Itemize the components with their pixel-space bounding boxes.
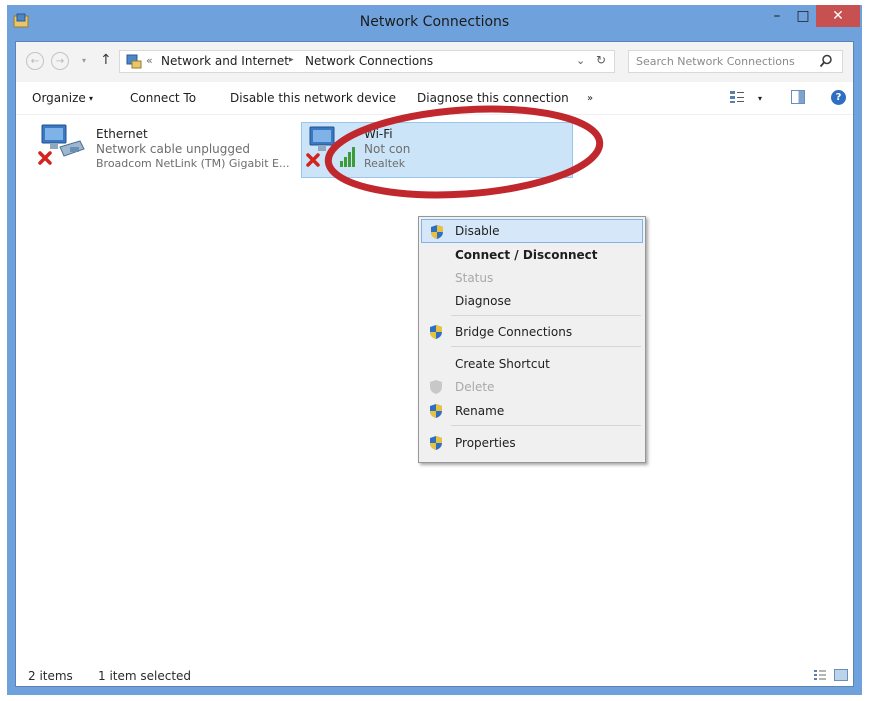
menu-item-diagnose[interactable]: Diagnose [421, 289, 643, 313]
menu-item-label: Connect / Disconnect [455, 248, 598, 262]
uac-shield-icon [430, 325, 442, 339]
menu-item-label: Bridge Connections [455, 325, 573, 339]
connection-item-ethernet[interactable]: Ethernet Network cable unplugged Broadco… [28, 123, 304, 175]
breadcrumb-network-and-internet[interactable]: Network and Internet [161, 54, 289, 68]
menu-item-label: Properties [455, 436, 516, 450]
disable-device-button[interactable]: Disable this network device [230, 91, 396, 105]
window-title: Network Connections [359, 14, 510, 30]
back-button[interactable]: ← [26, 52, 44, 70]
title-bar[interactable]: Network Connections – □ ✕ [7, 5, 862, 41]
menu-item-properties[interactable]: Properties [421, 431, 643, 455]
diagnose-connection-button[interactable]: Diagnose this connection [417, 91, 569, 105]
window-client: ← → ▾ ↑ « Network and Internet ▸ Network… [15, 41, 854, 687]
connection-item-wifi[interactable]: Wi-Fi Not con Realtek [301, 122, 573, 178]
menu-item-delete: Delete [421, 375, 643, 399]
menu-separator [451, 425, 641, 426]
refresh-icon[interactable]: ↻ [596, 53, 606, 67]
breadcrumb-arrow-icon[interactable]: ▸ [289, 55, 294, 65]
search-placeholder: Search Network Connections [636, 55, 795, 68]
menu-item-label: Status [455, 271, 494, 285]
menu-item-status: Status [421, 266, 643, 290]
command-bar: Organize ▾ Connect To Disable this netwo… [16, 82, 853, 115]
more-commands-button[interactable]: » [587, 93, 593, 104]
organize-button[interactable]: Organize [32, 91, 86, 105]
uac-shield-icon [431, 225, 443, 239]
connection-name: Ethernet [96, 127, 148, 141]
navigation-bar: ← → ▾ ↑ « Network and Internet ▸ Network… [16, 42, 853, 83]
menu-item-create-shortcut[interactable]: Create Shortcut [421, 352, 643, 376]
menu-separator [451, 315, 641, 316]
large-icons-view-icon[interactable] [834, 669, 848, 681]
view-options-dropdown-icon[interactable]: ▾ [758, 94, 762, 103]
connection-name: Wi-Fi [364, 127, 393, 141]
control-panel-icon [126, 54, 142, 69]
menu-item-disable[interactable]: Disable [421, 219, 643, 243]
connect-to-button[interactable]: Connect To [130, 91, 196, 105]
uac-shield-icon [430, 404, 442, 418]
selection-count: 1 item selected [98, 669, 192, 683]
organize-dropdown-icon[interactable]: ▾ [89, 94, 93, 103]
file-list: Ethernet Network cable unplugged Broadco… [16, 115, 853, 663]
details-view-icon[interactable] [813, 669, 827, 681]
menu-item-label: Delete [455, 380, 495, 394]
menu-item-connect-disconnect[interactable]: Connect / Disconnect [421, 243, 643, 267]
uac-shield-icon [430, 436, 442, 450]
connection-device: Broadcom NetLink (TM) Gigabit E... [96, 157, 290, 170]
search-input[interactable]: Search Network Connections [628, 50, 843, 73]
minimize-button[interactable]: – [764, 5, 790, 27]
menu-item-label: Rename [455, 404, 505, 418]
menu-item-rename[interactable]: Rename [421, 399, 643, 423]
menu-item-label: Diagnose [455, 294, 512, 308]
connection-device: Realtek [364, 157, 406, 170]
address-dropdown-icon[interactable]: ⌄ [576, 54, 585, 67]
menu-item-label: Create Shortcut [455, 357, 550, 371]
ethernet-adapter-icon [38, 124, 85, 165]
connection-status: Not con [364, 142, 411, 156]
breadcrumb-network-connections[interactable]: Network Connections [305, 54, 433, 68]
breadcrumb-overflow[interactable]: « [146, 54, 153, 67]
explorer-window: Network Connections – □ ✕ ← → ▾ ↑ « Netw… [7, 5, 862, 695]
uac-shield-disabled-icon [430, 380, 442, 394]
status-bar: 2 items 1 item selected [16, 665, 853, 686]
help-icon[interactable]: ? [831, 90, 846, 105]
item-count: 2 items [28, 669, 73, 683]
preview-pane-icon[interactable] [791, 90, 805, 104]
wifi-adapter-icon [306, 126, 355, 167]
change-view-icon[interactable] [729, 90, 745, 104]
menu-separator [451, 346, 641, 347]
recent-locations-button[interactable]: ▾ [82, 56, 86, 65]
up-button[interactable]: ↑ [100, 52, 112, 68]
search-icon[interactable] [819, 54, 833, 68]
menu-item-label: Disable [455, 224, 500, 238]
forward-button[interactable]: → [51, 52, 69, 70]
context-menu: Disable Connect / Disconnect Status Diag… [418, 216, 646, 463]
connection-status: Network cable unplugged [96, 142, 251, 156]
maximize-button[interactable]: □ [790, 5, 816, 27]
close-button[interactable]: ✕ [816, 5, 860, 27]
menu-item-bridge-connections[interactable]: Bridge Connections [421, 320, 643, 344]
address-bar[interactable]: « Network and Internet ▸ Network Connect… [119, 50, 615, 73]
